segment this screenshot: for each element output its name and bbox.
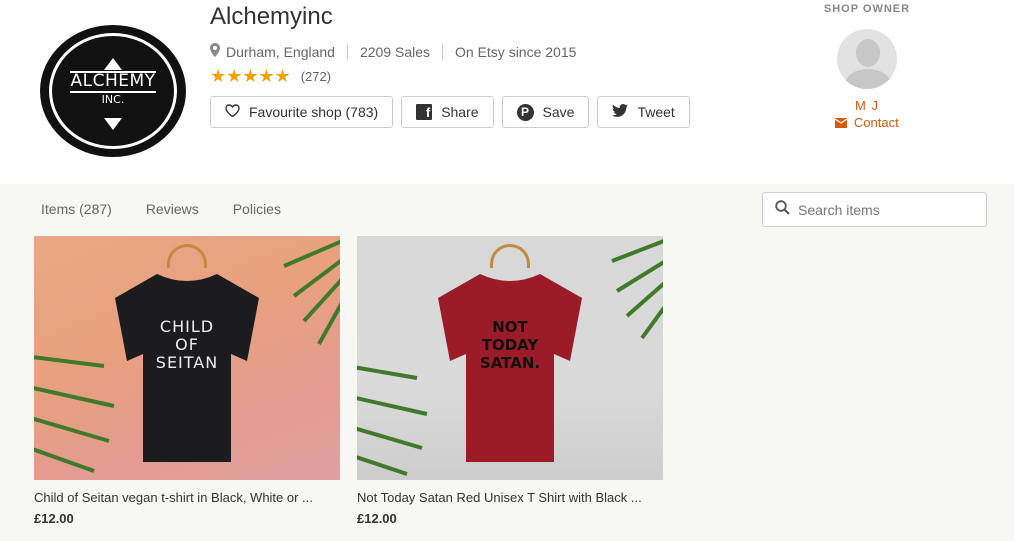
shop-name: Alchemyinc xyxy=(210,3,333,30)
share-label: Share xyxy=(441,104,479,120)
search-box[interactable] xyxy=(762,192,987,227)
shop-header: ALCHEMY INC. Alchemyinc Durham, England … xyxy=(0,0,1014,184)
shop-owner-title: SHOP OWNER xyxy=(823,3,911,15)
listing-price: £12.00 xyxy=(357,511,397,526)
logo-triangle-up-icon xyxy=(104,58,122,70)
shirt-print-text: NOT TODAY SATAN. xyxy=(357,318,663,372)
shop-logo[interactable]: ALCHEMY INC. xyxy=(40,25,186,157)
listing-image[interactable]: NOT TODAY SATAN. xyxy=(357,236,663,480)
logo-triangle-down-icon xyxy=(104,118,122,130)
contact-owner-link[interactable]: Contact xyxy=(800,115,934,130)
search-input[interactable] xyxy=(798,201,968,218)
tweet-label: Tweet xyxy=(637,104,675,120)
avatar-head xyxy=(856,39,880,67)
shop-since: On Etsy since 2015 xyxy=(455,43,577,60)
shop-rating[interactable]: ★★★★★ (272) xyxy=(210,66,331,87)
heart-icon xyxy=(225,104,240,120)
share-button[interactable]: f Share xyxy=(401,96,494,128)
listing-title[interactable]: Child of Seitan vegan t-shirt in Black, … xyxy=(34,490,340,505)
location-pin-icon xyxy=(210,43,220,60)
review-count[interactable]: (272) xyxy=(301,69,331,84)
twitter-icon xyxy=(612,104,629,120)
logo-text-main: ALCHEMY xyxy=(70,71,156,91)
listing-card[interactable]: CHILD OF SEITAN Child of Seitan vegan t-… xyxy=(34,236,340,526)
favourite-shop-button[interactable]: Favourite shop (783) xyxy=(210,96,394,128)
tweet-button[interactable]: Tweet xyxy=(597,96,690,128)
shop-content: Items (287) Reviews Policies CHILD OF SE… xyxy=(0,184,1014,541)
shirt-text-line: SEITAN xyxy=(155,353,219,372)
listing-title[interactable]: Not Today Satan Red Unisex T Shirt with … xyxy=(357,490,663,505)
owner-name-link[interactable]: M J xyxy=(800,98,934,113)
meta-divider xyxy=(346,43,348,60)
logo-text-sub: INC. xyxy=(101,93,125,106)
shop-actions: Favourite shop (783) f Share P Save Twee… xyxy=(210,96,698,128)
shop-owner-panel: SHOP OWNER M J Contact xyxy=(800,0,934,130)
shirt-print-text: CHILD OF SEITAN xyxy=(34,318,340,372)
favourite-shop-label: Favourite shop (783) xyxy=(249,104,379,120)
contact-label: Contact xyxy=(853,115,899,130)
shirt-text-line: NOT xyxy=(492,318,528,336)
meta-divider xyxy=(442,43,444,60)
tab-policies[interactable]: Policies xyxy=(233,201,281,217)
hanger-image xyxy=(167,244,207,268)
facebook-icon: f xyxy=(416,104,433,120)
pinterest-icon: P xyxy=(516,103,534,121)
tab-items[interactable]: Items (287) xyxy=(41,201,112,217)
shirt-text-line: SATAN. xyxy=(479,354,541,372)
listing-price: £12.00 xyxy=(34,511,74,526)
envelope-icon xyxy=(834,115,854,130)
pinterest-save-button[interactable]: P Save xyxy=(501,96,590,128)
shop-tabs: Items (287) Reviews Policies xyxy=(41,201,315,217)
listing-card[interactable]: NOT TODAY SATAN. Not Today Satan Red Uni… xyxy=(357,236,663,526)
listing-image[interactable]: CHILD OF SEITAN xyxy=(34,236,340,480)
save-label: Save xyxy=(542,104,575,120)
avatar-body xyxy=(845,69,891,89)
star-rating-icon: ★★★★★ xyxy=(210,66,291,86)
shirt-text-line: CHILD xyxy=(159,317,215,336)
shirt-text-line: TODAY xyxy=(481,336,539,354)
search-icon xyxy=(775,200,790,219)
shop-sales[interactable]: 2209 Sales xyxy=(360,44,430,60)
hanger-image xyxy=(490,244,530,268)
shop-meta: Durham, England 2209 Sales On Etsy since… xyxy=(210,43,576,60)
shirt-text-line: OF xyxy=(175,335,199,354)
shop-location: Durham, England xyxy=(226,43,335,60)
owner-avatar[interactable] xyxy=(837,29,897,89)
tab-reviews[interactable]: Reviews xyxy=(146,201,199,217)
